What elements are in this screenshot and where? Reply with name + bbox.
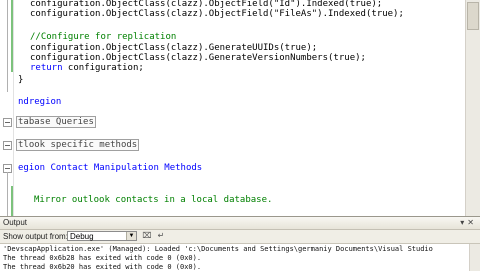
- code-line-close-brace: }: [18, 75, 24, 85]
- region-expand-icon[interactable]: [3, 141, 12, 150]
- code-editor[interactable]: configuration.ObjectClass(clazz).ObjectF…: [0, 0, 480, 216]
- code-endregion: ndregion: [18, 97, 62, 107]
- output-title-bar: Output ▾✕: [0, 217, 480, 230]
- outline-line: [7, 172, 8, 216]
- collapsed-region-outlook-methods[interactable]: tlook specific methods: [16, 139, 140, 151]
- code-comment-mirror: Mirror outlook contacts in a local datab…: [34, 195, 273, 205]
- output-line: 'DevscapApplication.exe' (Managed): Load…: [3, 245, 433, 253]
- output-line: The thread 0x6b28 has exited with code 0…: [3, 254, 202, 262]
- output-source-value: Debug: [70, 232, 94, 241]
- output-panel: Output ▾✕ Show output from: Debug ▼ ⌧ ↵ …: [0, 216, 480, 271]
- scrollbar-thumb[interactable]: [467, 2, 479, 30]
- collapsed-region-database-queries[interactable]: tabase Queries: [16, 116, 96, 128]
- outline-line: [7, 0, 8, 92]
- editor-vertical-scrollbar[interactable]: [465, 0, 480, 216]
- change-indicator: [11, 186, 13, 216]
- region-contact-manipulation: egion Contact Manipulation Methods: [18, 163, 203, 173]
- title-bar-buttons: ▾✕: [460, 218, 477, 227]
- output-toolbar: Show output from: Debug ▼ ⌧ ↵: [0, 230, 480, 244]
- output-text-area[interactable]: 'DevscapApplication.exe' (Managed): Load…: [0, 244, 470, 271]
- output-title: Output: [3, 218, 28, 227]
- show-output-label: Show output from:: [3, 232, 68, 241]
- close-icon[interactable]: ✕: [467, 218, 477, 227]
- change-indicator: [11, 0, 13, 72]
- region-expand-icon[interactable]: [3, 118, 12, 127]
- code-line-2: configuration.ObjectClass(clazz).ObjectF…: [30, 9, 404, 19]
- output-vertical-scrollbar[interactable]: [469, 244, 480, 271]
- code-line-return: return configuration;: [30, 63, 144, 73]
- clear-all-icon[interactable]: ⌧: [142, 231, 152, 241]
- code-comment: //Configure for replication: [30, 32, 177, 42]
- dropdown-arrow-icon[interactable]: ▼: [126, 232, 136, 240]
- word-wrap-icon[interactable]: ↵: [156, 231, 166, 241]
- output-source-select[interactable]: Debug ▼: [67, 231, 137, 241]
